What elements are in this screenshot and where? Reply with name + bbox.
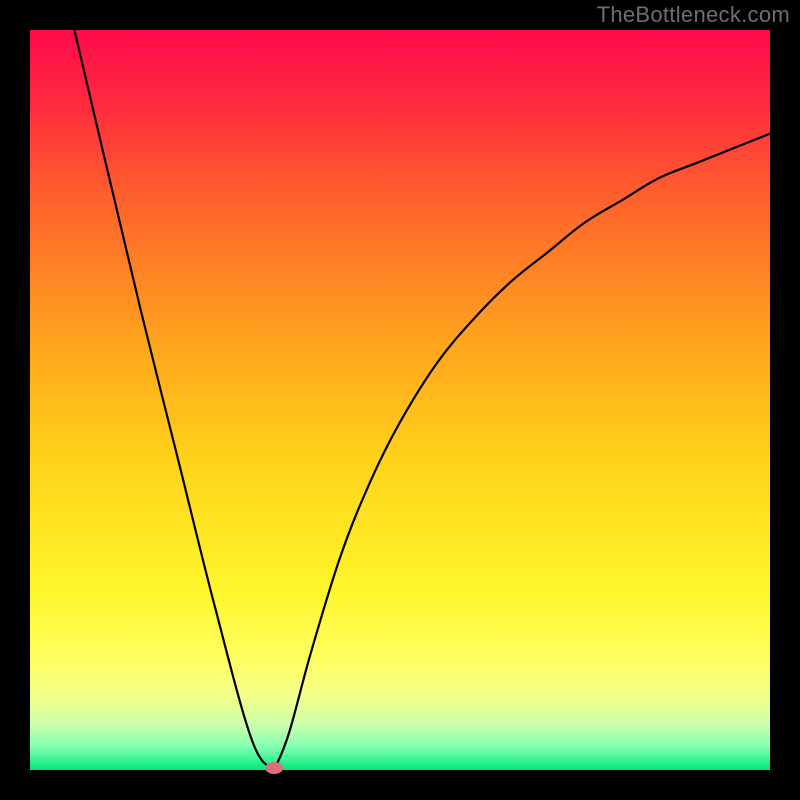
minimum-marker bbox=[265, 762, 283, 774]
bottleneck-chart bbox=[0, 0, 800, 800]
chart-frame: TheBottleneck.com bbox=[0, 0, 800, 800]
plot-background bbox=[30, 30, 770, 770]
watermark-text: TheBottleneck.com bbox=[597, 2, 790, 28]
